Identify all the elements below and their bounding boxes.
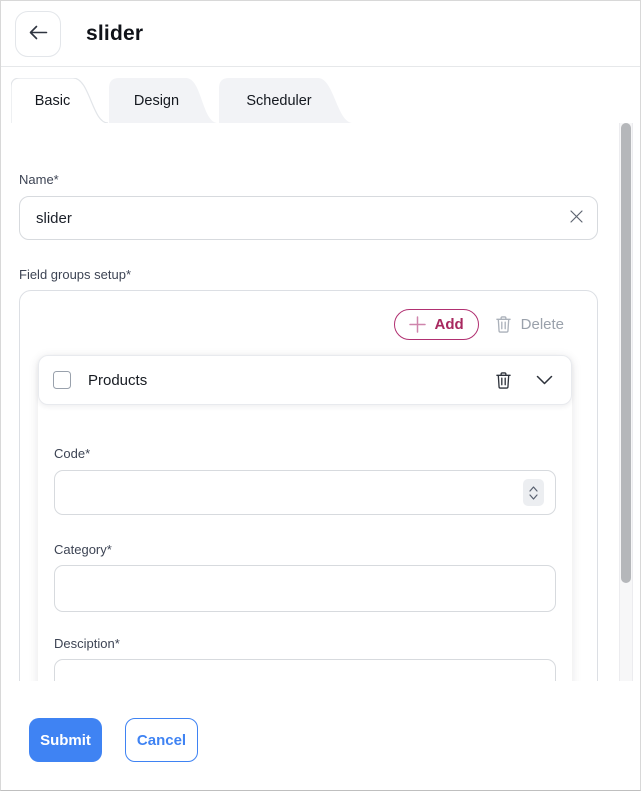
trash-icon xyxy=(495,315,512,334)
code-field-label: Code* xyxy=(54,445,556,462)
form-content: Name* Field groups setup* xyxy=(1,171,640,681)
clear-name-button[interactable] xyxy=(569,210,584,225)
spinner-down-icon xyxy=(529,494,538,500)
tab-design-label: Design xyxy=(109,78,218,123)
clear-x-icon xyxy=(570,210,583,226)
group-title: Products xyxy=(88,372,493,389)
trash-icon xyxy=(495,371,512,390)
spinner-up-icon xyxy=(529,486,538,492)
code-input[interactable] xyxy=(54,470,556,515)
group-delete-button[interactable] xyxy=(493,369,514,392)
chevron-down-icon xyxy=(536,375,553,385)
tab-basic-label: Basic xyxy=(11,78,108,123)
scroll-area: Name* Field groups setup* xyxy=(1,123,640,681)
submit-button[interactable]: Submit xyxy=(29,718,102,762)
arrow-left-icon xyxy=(28,25,48,43)
group-header[interactable]: Products xyxy=(38,355,572,405)
product-group-card: Products xyxy=(38,355,572,681)
description-input[interactable] xyxy=(54,659,556,681)
field-groups-label: Field groups setup* xyxy=(19,266,598,283)
number-spinner[interactable] xyxy=(523,479,544,506)
cancel-button[interactable]: Cancel xyxy=(125,718,198,762)
add-button[interactable]: Add xyxy=(394,309,479,340)
add-button-label: Add xyxy=(435,316,464,333)
tab-scheduler-label: Scheduler xyxy=(219,78,353,123)
scrollbar-thumb[interactable] xyxy=(621,123,631,583)
group-collapse-button[interactable] xyxy=(534,373,555,387)
field-groups-card: Add Delete Products xyxy=(19,290,598,681)
tab-scheduler[interactable]: Scheduler xyxy=(219,78,353,123)
group-checkbox[interactable] xyxy=(53,371,71,389)
name-field-label: Name* xyxy=(19,171,598,188)
delete-button[interactable]: Delete xyxy=(495,315,564,334)
footer: Submit Cancel xyxy=(1,681,640,791)
tab-basic[interactable]: Basic xyxy=(11,78,108,123)
delete-button-label: Delete xyxy=(521,316,564,333)
name-input-wrap xyxy=(19,196,598,240)
tab-design[interactable]: Design xyxy=(109,78,218,123)
code-input-wrap xyxy=(54,470,556,515)
app-header: slider xyxy=(1,1,640,67)
page-title: slider xyxy=(86,22,143,46)
description-input-wrap xyxy=(54,659,556,681)
category-input[interactable] xyxy=(54,565,556,612)
group-body: Code* Cate xyxy=(38,405,572,681)
name-input[interactable] xyxy=(19,196,598,240)
description-field-label: Desciption* xyxy=(54,635,556,652)
page: slider Basic Design Scheduler Name* xyxy=(0,0,641,791)
category-field-label: Category* xyxy=(54,541,556,558)
plus-icon xyxy=(409,316,426,333)
scrollbar[interactable] xyxy=(619,123,633,681)
group-toolbar: Add Delete xyxy=(38,309,572,340)
category-input-wrap xyxy=(54,565,556,612)
tab-bar: Basic Design Scheduler xyxy=(1,67,640,123)
back-button[interactable] xyxy=(15,11,61,57)
